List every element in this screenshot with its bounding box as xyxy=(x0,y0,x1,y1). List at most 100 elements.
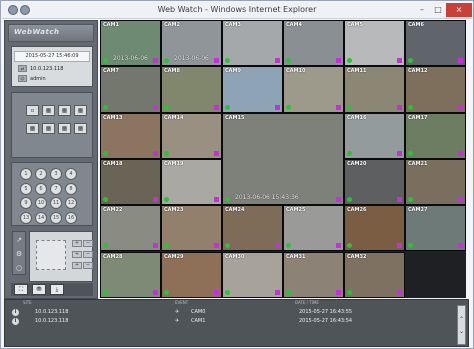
connected-icon xyxy=(164,243,169,249)
camera-tile[interactable]: CAM4 xyxy=(283,20,344,67)
audio-icon xyxy=(214,289,219,295)
camera-number-button[interactable]: 9 xyxy=(20,197,32,209)
camera-number-button[interactable]: 1 xyxy=(20,168,32,180)
camera-tile[interactable]: CAM27 xyxy=(405,205,466,252)
close-button[interactable]: × xyxy=(446,3,472,17)
camera-grid: CAM1 2013-06-06 CAM2 2013-06-06 CAM3 CAM4 CAM5… xyxy=(100,20,466,298)
camera-tile[interactable]: CAM17 xyxy=(405,112,466,159)
camera-tile[interactable]: CAM12 xyxy=(405,66,466,113)
camera-tile[interactable]: CAM20 xyxy=(344,158,405,206)
maximize-button[interactable]: □ xyxy=(430,3,446,17)
iris-open-button[interactable]: + xyxy=(72,262,82,269)
layout-9-button[interactable]: ▦ xyxy=(58,105,71,116)
camera-tile[interactable]: CAM15 2013-06-06 15:43:36 xyxy=(222,112,344,206)
connected-icon xyxy=(408,150,413,156)
iris-close-button[interactable]: − xyxy=(83,262,93,269)
scroll-down-icon[interactable]: ⌄ xyxy=(458,328,465,335)
camera-tile[interactable]: CAM2 2013-06-06 xyxy=(161,20,222,67)
connected-icon xyxy=(286,243,291,249)
user-name: admin xyxy=(30,76,46,82)
camera-number-button[interactable]: 10 xyxy=(35,197,47,209)
camera-tile[interactable]: CAM31 xyxy=(283,251,344,298)
split-layout-panel: ▫ ▦ ▦ ▦ ▦ ▦ ▦ ▦ xyxy=(11,92,93,158)
camera-number-button[interactable]: 2 xyxy=(35,168,47,180)
camera-tile[interactable]: CAM19 xyxy=(161,158,222,206)
camera-number-button[interactable]: 14 xyxy=(35,211,47,224)
settings-icon[interactable]: ⚙ xyxy=(14,249,24,259)
camera-tile[interactable]: CAM32 xyxy=(344,251,405,298)
camera-label: CAM14 xyxy=(164,114,184,121)
layout-1-button[interactable]: ▫ xyxy=(26,105,39,116)
camera-number-button[interactable]: 13 xyxy=(20,211,32,224)
log-row[interactable]: i 10.0.123.118 ✈ CAM0 2015-05-27 16:43:5… xyxy=(5,308,457,317)
camera-label: CAM15 xyxy=(225,114,245,121)
camera-tile[interactable]: CAM10 xyxy=(283,66,344,113)
ptz-mode-icon[interactable]: ↗ xyxy=(14,235,24,245)
log-row[interactable]: i 10.0.123.118 ✈ CAM1 2015-05-27 16:43:5… xyxy=(5,317,457,326)
audio-icon xyxy=(275,104,280,110)
zoom-out-button[interactable]: − xyxy=(83,240,93,247)
camera-tile[interactable]: CAM8 xyxy=(161,66,222,113)
camera-number-button[interactable]: 16 xyxy=(65,211,77,224)
camera-tile[interactable]: CAM18 xyxy=(100,158,161,206)
camera-label: CAM11 xyxy=(347,68,367,75)
camera-tile[interactable]: CAM30 xyxy=(222,251,283,298)
camera-number-button[interactable]: 4 xyxy=(65,168,77,180)
camera-number-button[interactable]: 7 xyxy=(50,182,62,195)
camera-number-button[interactable]: 15 xyxy=(50,211,62,224)
camera-tile[interactable]: CAM16 xyxy=(344,112,405,159)
connected-icon xyxy=(103,58,108,64)
record-button[interactable]: ⛃ xyxy=(32,284,46,295)
camera-tile[interactable]: CAM22 xyxy=(100,205,161,252)
connected-icon xyxy=(408,58,413,64)
camera-label: CAM26 xyxy=(347,207,367,214)
zoom-in-button[interactable]: + xyxy=(72,240,82,247)
camera-tile[interactable]: CAM3 xyxy=(222,20,283,67)
layout-13-button[interactable]: ▦ xyxy=(58,123,71,134)
camera-tile[interactable]: CAM13 xyxy=(100,112,161,159)
focus-out-button[interactable]: − xyxy=(83,251,93,258)
layout-4-button[interactable]: ▦ xyxy=(42,105,55,116)
layout-6-button[interactable]: ▦ xyxy=(26,123,39,134)
connected-icon xyxy=(164,104,169,110)
camera-number-button[interactable]: 6 xyxy=(35,182,47,195)
camera-tile[interactable]: CAM24 xyxy=(222,205,283,252)
camera-tile[interactable]: CAM28 xyxy=(100,251,161,298)
camera-label: CAM23 xyxy=(164,207,184,214)
camera-tile[interactable]: CAM25 xyxy=(283,205,344,252)
camera-tile[interactable]: CAM11 xyxy=(344,66,405,113)
camera-tile[interactable]: CAM5 xyxy=(344,20,405,67)
network-icon: ⇄ xyxy=(18,65,27,72)
preset-icon[interactable]: ○ xyxy=(14,263,24,273)
camera-number-button[interactable]: 12 xyxy=(65,197,77,209)
download-button[interactable]: ⤓ xyxy=(50,284,64,295)
layout-16-button[interactable]: ▦ xyxy=(74,105,87,116)
camera-tile[interactable]: CAM29 xyxy=(161,251,222,298)
log-scrollbar[interactable]: ⌃ ⌄ xyxy=(457,305,466,345)
scroll-up-icon[interactable]: ⌃ xyxy=(458,316,465,323)
camera-tile[interactable]: CAM6 xyxy=(405,20,466,67)
camera-tile[interactable]: CAM23 xyxy=(161,205,222,252)
camera-label: CAM9 xyxy=(225,68,241,75)
camera-tile[interactable]: CAM21 xyxy=(405,158,466,206)
layout-8-button[interactable]: ▦ xyxy=(42,123,55,134)
connected-icon xyxy=(103,243,108,249)
camera-number-button[interactable]: 3 xyxy=(50,168,62,180)
connected-icon xyxy=(408,243,413,249)
layout-32-button[interactable]: ▦ xyxy=(74,123,87,134)
camera-number-button[interactable]: 5 xyxy=(20,182,32,195)
minimize-button[interactable]: – xyxy=(414,3,430,17)
camera-tile[interactable]: CAM1 2013-06-06 xyxy=(100,20,161,67)
camera-tile[interactable]: CAM26 xyxy=(344,205,405,252)
focus-in-button[interactable]: + xyxy=(72,251,82,258)
ptz-direction-pad[interactable] xyxy=(36,240,66,270)
audio-icon xyxy=(214,58,219,64)
camera-number-button[interactable]: 8 xyxy=(65,182,77,195)
camera-tile[interactable]: CAM9 xyxy=(222,66,283,113)
camera-tile[interactable]: CAM14 xyxy=(161,112,222,159)
camera-number-button[interactable]: 11 xyxy=(50,197,62,209)
audio-icon xyxy=(214,104,219,110)
fullscreen-button[interactable]: ⛶ xyxy=(14,284,28,295)
camera-tile[interactable]: CAM7 xyxy=(100,66,161,113)
log-camera: CAM0 xyxy=(191,309,206,315)
